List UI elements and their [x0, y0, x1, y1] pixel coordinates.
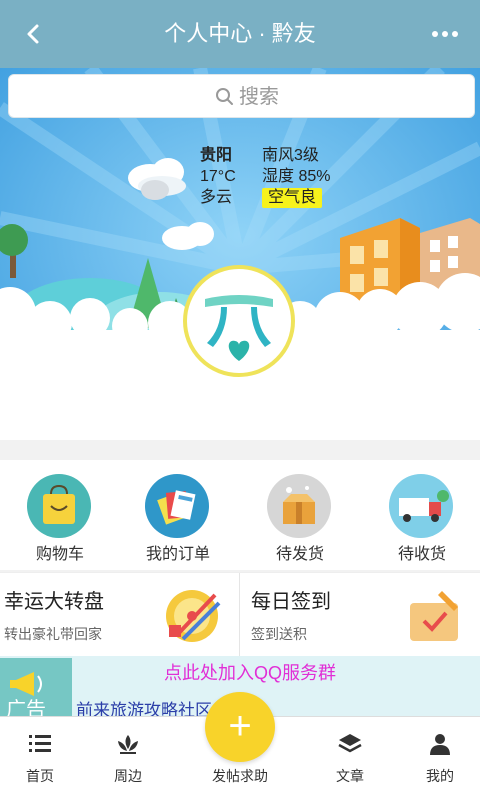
prize-wheel-icon	[159, 583, 225, 649]
tab-label: 发帖求助	[212, 768, 268, 784]
tab-label: 文章	[336, 768, 364, 784]
sign-in-pencil-icon	[402, 583, 468, 649]
quick-action-label: 我的订单	[145, 546, 210, 563]
quick-actions: 购物车 我的订单 待发货 待收货	[0, 460, 480, 570]
tab-label: 周边	[114, 768, 142, 784]
tab-label: 首页	[26, 768, 54, 784]
quick-action-orders[interactable]: 我的订单	[118, 470, 238, 563]
post-help-button[interactable]: +	[205, 692, 275, 762]
card-subtitle: 签到送积	[251, 626, 307, 642]
avatar[interactable]	[183, 265, 295, 377]
search-placeholder: 搜索	[239, 86, 279, 108]
tab-articles[interactable]: 文章	[310, 731, 390, 791]
card-divider	[239, 573, 240, 657]
card-subtitle: 转出豪礼带回家	[4, 626, 102, 642]
plus-icon: +	[228, 704, 252, 748]
air-quality-badge: 空气良	[262, 188, 323, 208]
lotus-icon	[115, 731, 141, 757]
tab-home[interactable]: 首页	[0, 731, 80, 791]
profile-banner: 搜索 贵阳 南风3级 17°C 湿度 85% 多云 空气良	[0, 68, 480, 440]
person-icon	[427, 731, 453, 757]
weather-wind: 南风3级	[262, 147, 319, 164]
more-dots-icon[interactable]	[430, 22, 460, 46]
search-bar[interactable]: 搜索	[8, 74, 475, 118]
quick-action-pending-receipt[interactable]: 待收货	[362, 470, 480, 563]
tab-label: 我的	[426, 768, 454, 784]
banner-illustration	[0, 68, 480, 440]
weather-city: 贵阳	[200, 147, 233, 164]
quick-action-label: 待发货	[275, 546, 324, 563]
tab-nearby[interactable]: 周边	[88, 731, 168, 791]
search-icon	[215, 87, 235, 107]
tab-mine[interactable]: 我的	[400, 731, 480, 791]
shopping-bag-icon	[27, 474, 91, 538]
list-icon	[27, 731, 53, 757]
promo-cards: 幸运大转盘 转出豪礼带回家 每日签到 签到送积	[0, 572, 480, 657]
lucky-wheel-card[interactable]: 幸运大转盘 转出豪礼带回家	[0, 573, 239, 657]
layers-icon	[337, 731, 363, 757]
daily-sign-in-card[interactable]: 每日签到 签到送积	[241, 573, 480, 657]
card-title: 幸运大转盘	[4, 591, 104, 613]
card-title: 每日签到	[251, 591, 331, 613]
quick-action-cart[interactable]: 购物车	[0, 470, 120, 563]
package-box-icon	[267, 474, 331, 538]
megaphone-icon: 广告	[0, 658, 72, 716]
weather-humidity: 湿度 85%	[262, 168, 331, 185]
ad-title: 点此处加入QQ服务群	[164, 663, 337, 683]
avatar-logo-icon	[205, 295, 273, 361]
quick-action-label: 购物车	[35, 546, 84, 563]
weather-condition: 多云	[200, 189, 233, 206]
weather-temperature: 17°C	[200, 168, 236, 185]
quick-action-label: 待收货	[397, 546, 446, 563]
ad-icon-label: 广告	[6, 697, 46, 716]
quick-action-pending-shipment[interactable]: 待发货	[240, 470, 360, 563]
delivery-truck-icon	[389, 474, 453, 538]
page-title: 个人中心 · 黔友	[164, 21, 316, 46]
order-cards-icon	[145, 474, 209, 538]
top-bar: 个人中心 · 黔友	[0, 0, 480, 68]
